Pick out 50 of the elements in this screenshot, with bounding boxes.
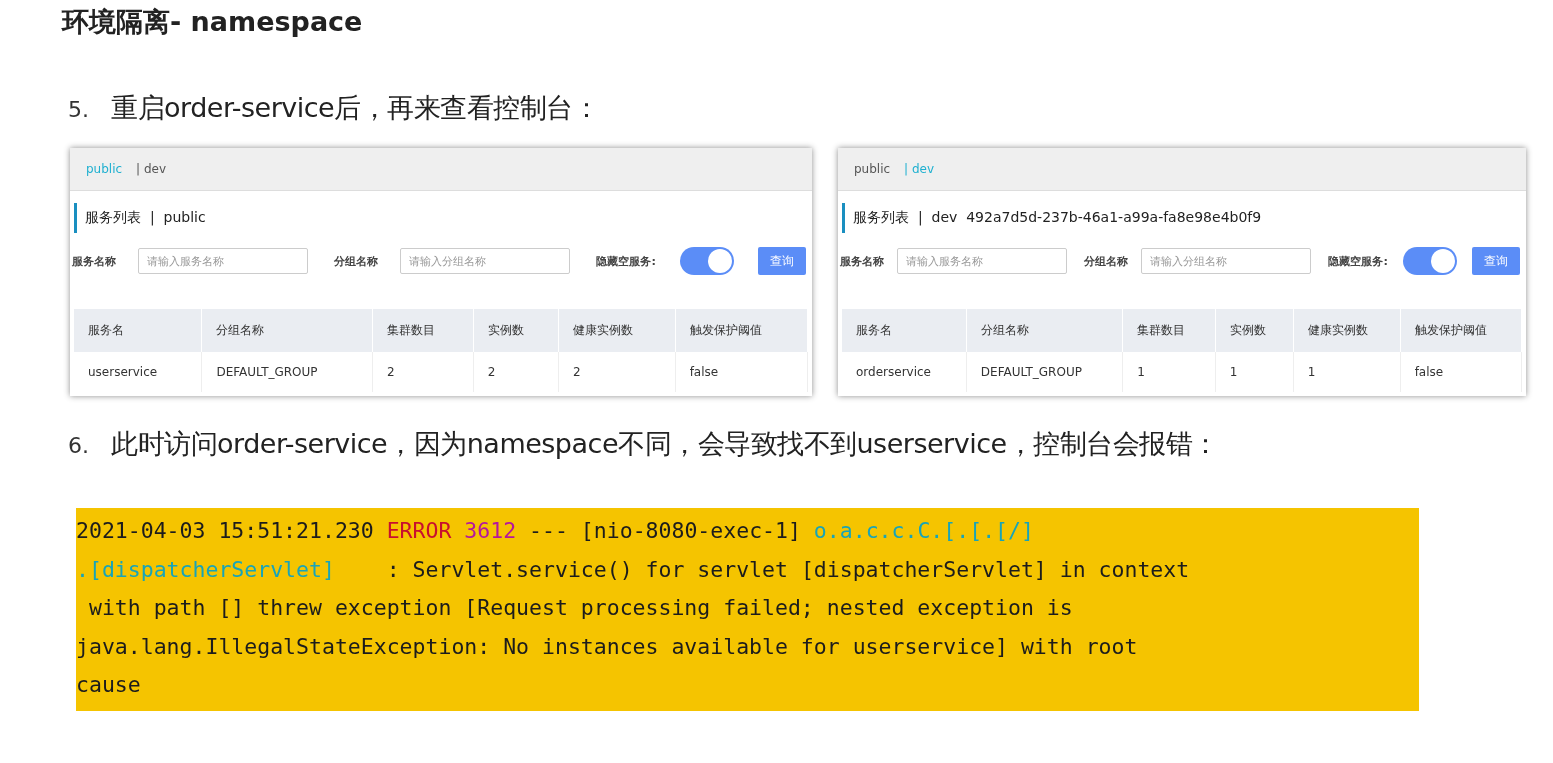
toggle-switch[interactable] (1402, 247, 1457, 275)
table-cell: DEFAULT_GROUP (966, 352, 1123, 392)
table-cell: userservice (74, 352, 202, 392)
namespace-tab[interactable]: public (86, 162, 123, 176)
column-header: 实例数 (1215, 309, 1294, 352)
input-field[interactable]: 请输入服务名称 (138, 248, 309, 274)
column-header: 分组名称 (966, 309, 1123, 352)
column-header: 实例数 (473, 309, 559, 352)
filter-label: 分组名称 (334, 253, 379, 269)
filter-label: 服务名称 (840, 253, 884, 269)
column-header: 集群数目 (372, 309, 474, 352)
error-log: 2021-04-03 15:51:21.230 ERROR 3612 --- [nio-8080-exec-1] o.a.c.c.C.[.[.[/] .[dispatcherServlet] : Servlet.service() for servlet [dispatcherServlet] in context with path [] threw exception [Request processing failed; nested exception is java.lang.IllegalStateException: No instances available for userservice] with root cause (76, 508, 1419, 711)
step-text: 此时访问order-service，因为namespace不同，会导致找不到userservice，控制台会报错： (111, 427, 1219, 461)
column-header: 服务名 (842, 309, 967, 352)
step-text: 重启order-service后，再来查看控制台： (111, 91, 600, 125)
column-header: 集群数目 (1122, 309, 1216, 352)
table-cell: 1 (1122, 352, 1216, 392)
column-header: 触发保护阈值 (1400, 309, 1522, 352)
toggle-label: 隐藏空服务: (1328, 253, 1388, 269)
column-header: 分组名称 (202, 309, 373, 352)
input-field[interactable]: 请输入分组名称 (1141, 248, 1312, 274)
toggle-label: 隐藏空服务: (596, 253, 656, 269)
slide-title: 环境隔离- namespace (62, 5, 364, 39)
step-number: 5. (68, 97, 89, 122)
column-header: 健康实例数 (1293, 309, 1401, 352)
query-button[interactable]: 查询 (1471, 247, 1520, 275)
query-button[interactable]: 查询 (757, 247, 806, 275)
table-cell: 2 (558, 352, 676, 392)
table-cell: false (1400, 352, 1522, 392)
table-cell: 1 (1293, 352, 1401, 392)
column-header: 服务名 (74, 309, 202, 352)
input-field[interactable]: 请输入分组名称 (400, 248, 571, 274)
step-number: 6. (68, 433, 89, 458)
table-cell: orderservice (842, 352, 967, 392)
table-cell: false (675, 352, 808, 392)
service-list-heading: 服务列表 | dev 492a7d5d-237b-46a1-a99a-fa8e98e4b0f9 (842, 203, 1526, 233)
filter-label: 服务名称 (72, 253, 116, 269)
column-header: 健康实例数 (558, 309, 676, 352)
input-field[interactable]: 请输入服务名称 (897, 248, 1068, 274)
namespace-tab[interactable]: | dev (136, 162, 167, 176)
filter-label: 分组名称 (1084, 253, 1129, 269)
toggle-switch[interactable] (679, 247, 734, 275)
namespace-tab[interactable]: public (854, 162, 891, 176)
service-list-heading: 服务列表 | public (74, 203, 812, 233)
table-cell: DEFAULT_GROUP (202, 352, 373, 392)
table-cell: 2 (473, 352, 559, 392)
namespace-tab[interactable]: | dev (904, 162, 935, 176)
column-header: 触发保护阈值 (675, 309, 808, 352)
table-cell: 1 (1215, 352, 1294, 392)
table-cell: 2 (372, 352, 474, 392)
